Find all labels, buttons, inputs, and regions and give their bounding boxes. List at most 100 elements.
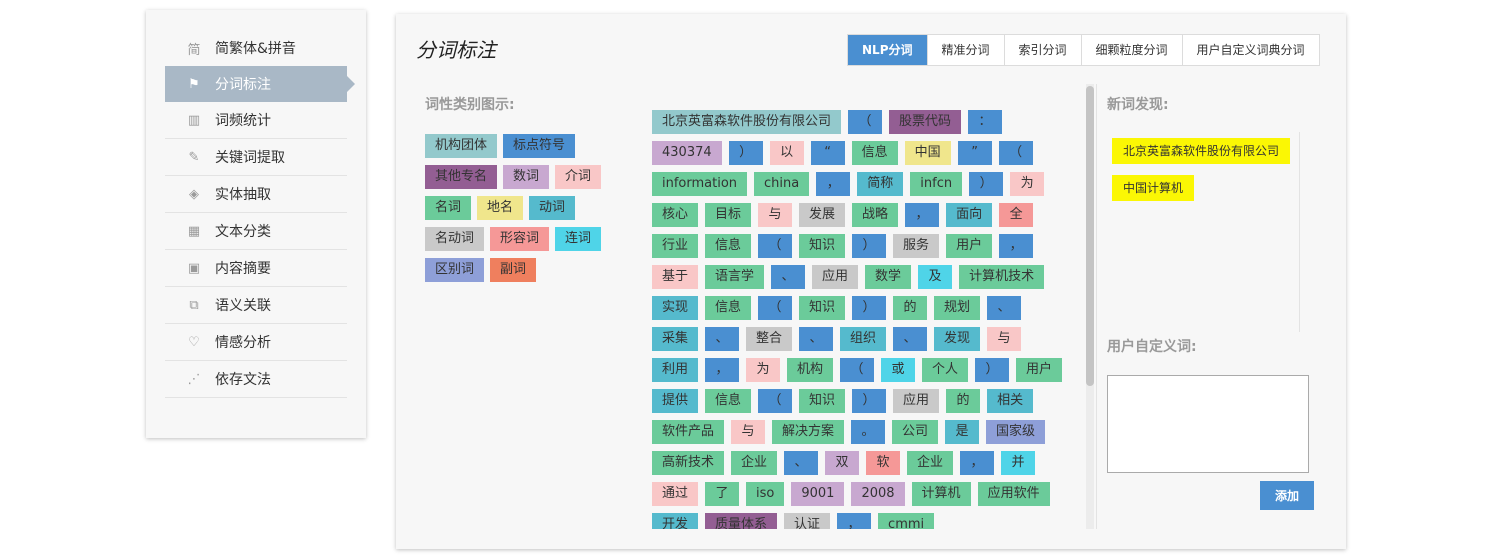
token: 信息 [705, 389, 752, 413]
token: 应用 [893, 389, 940, 413]
token: 知识 [799, 296, 846, 320]
segmentation-tabs: NLP分词 精准分词 索引分词 细颗粒度分词 用户自定义词典分词 [847, 34, 1320, 66]
sidebar-item-simplified-pinyin[interactable]: 简简繁体&拼音 [165, 30, 347, 66]
legend-pill-adverb: 副词 [490, 258, 537, 282]
token: 以 [769, 141, 804, 165]
token: 知识 [799, 234, 846, 258]
sidebar-item-label: 语义关联 [215, 298, 271, 314]
token: 核心 [652, 203, 699, 227]
legend-pill-verb: 动词 [529, 196, 576, 220]
token: 目标 [705, 203, 752, 227]
legend-pill-noun: 名词 [425, 196, 472, 220]
sidebar-item-segmentation[interactable]: ⚑ 分词标注 [165, 66, 355, 102]
sidebar-item-text-classification[interactable]: ▦ 文本分类 [165, 213, 347, 250]
token: 组织 [840, 327, 887, 351]
token: 软件产品 [652, 420, 725, 444]
new-word-tag: 中国计算机 [1112, 175, 1195, 201]
sidebar-item-dependency-grammar[interactable]: ⋰ 依存文法 [165, 361, 347, 398]
token: 企业 [907, 451, 954, 475]
token: ， [905, 203, 940, 227]
segmented-text-area[interactable]: 北京英富森软件股份有限公司（股票代码： 430374）以 “信息 中国” （inform… [652, 110, 1072, 529]
tab-0[interactable]: NLP分词 [848, 35, 927, 65]
flag-icon: ⚑ [188, 76, 200, 92]
token: 服务 [893, 234, 940, 258]
token: 面向 [946, 203, 993, 227]
token: 应用软件 [977, 482, 1050, 506]
token: 认证 [784, 513, 831, 529]
legend-pill-punct: 标点符号 [503, 134, 576, 158]
token: ） [969, 172, 1004, 196]
token: 规划 [934, 296, 981, 320]
pos-legend: 机构团体 标点符号 其他专名 数词 介词 名词 地名 动词 名动词 形容词 连词 区别词 副词 [425, 134, 625, 289]
token: iso [746, 482, 785, 506]
token: 为 [1010, 172, 1045, 196]
legend-pill-place: 地名 [477, 196, 524, 220]
token: 、 [771, 265, 806, 289]
new-words-title: 新词发现: [1107, 97, 1169, 113]
page-title: 分词标注 [416, 38, 496, 62]
token: 、 [893, 327, 928, 351]
tab-3[interactable]: 细颗粒度分词 [1080, 35, 1182, 65]
token: 与 [731, 420, 766, 444]
simplified-traditional-icon: 简 [187, 42, 201, 58]
token: ” [957, 141, 992, 165]
token: 股票代码 [889, 110, 962, 134]
token: china [754, 172, 810, 196]
legend-pill-distinguish: 区别词 [425, 258, 485, 282]
summary-icon: ▣ [187, 260, 201, 276]
sidebar-item-word-frequency[interactable]: ▥ 词频统计 [165, 102, 347, 139]
token: 、 [705, 327, 740, 351]
token: 提供 [652, 389, 699, 413]
token: 利用 [652, 358, 699, 382]
tab-4[interactable]: 用户自定义词典分词 [1181, 35, 1319, 65]
sidebar-item-keyword-extraction[interactable]: ✎ 关键词提取 [165, 139, 347, 176]
token: 国家级 [986, 420, 1046, 444]
token: ） [852, 389, 887, 413]
token: 机构 [787, 358, 834, 382]
token: 软 [866, 451, 901, 475]
token: 高新技术 [652, 451, 725, 475]
legend-pill-prep: 介词 [555, 165, 602, 189]
token: 双 [825, 451, 860, 475]
token: ） [728, 141, 763, 165]
sidebar-item-sentiment-analysis[interactable]: ♡ 情感分析 [165, 324, 347, 361]
token: 信息 [705, 296, 752, 320]
token: 、 [784, 451, 819, 475]
token: 战略 [852, 203, 899, 227]
token: 信息 [851, 141, 898, 165]
sidebar-item-semantic-association[interactable]: ⧉ 语义关联 [165, 287, 347, 324]
token: 行业 [652, 234, 699, 258]
token: 实现 [652, 296, 699, 320]
token: 整合 [746, 327, 793, 351]
sidebar-item-entity-extraction[interactable]: ◈ 实体抽取 [165, 176, 347, 213]
tab-2[interactable]: 索引分词 [1003, 35, 1081, 65]
tab-1[interactable]: 精准分词 [926, 35, 1004, 65]
legend-row: 名动词 形容词 连词 [425, 227, 625, 251]
token: ， [705, 358, 740, 382]
token: 全 [999, 203, 1034, 227]
token: 是 [945, 420, 980, 444]
user-dict-input[interactable] [1107, 375, 1309, 473]
token: 相关 [987, 389, 1034, 413]
sidebar-item-label: 分词标注 [215, 77, 271, 93]
token: 的 [893, 296, 928, 320]
token: （ [758, 389, 793, 413]
sidebar-nav: 简简繁体&拼音 ⚑ 分词标注 ▥ 词频统计 ✎ 关键词提取 ◈ 实体抽取 ▦ 文本分类 ▣ 内容摘要 ⧉ 语… [146, 10, 366, 398]
token: 与 [758, 203, 793, 227]
sidebar-item-summary[interactable]: ▣ 内容摘要 [165, 250, 347, 287]
legend-row: 机构团体 标点符号 [425, 134, 625, 158]
token: 语言学 [705, 265, 765, 289]
token: （ [840, 358, 875, 382]
token: 采集 [652, 327, 699, 351]
add-button[interactable]: 添加 [1260, 481, 1314, 510]
token: 。 [851, 420, 886, 444]
scrollbar-thumb[interactable] [1086, 86, 1094, 386]
legend-pill-numeral: 数词 [503, 165, 550, 189]
scrollbar[interactable] [1086, 84, 1094, 529]
token: 北京英富森软件股份有限公司 [652, 110, 842, 134]
token: 应用 [812, 265, 859, 289]
legend-pill-org: 机构团体 [425, 134, 498, 158]
token: 通过 [652, 482, 699, 506]
token: 公司 [892, 420, 939, 444]
sidebar-item-label: 关键词提取 [215, 150, 285, 166]
